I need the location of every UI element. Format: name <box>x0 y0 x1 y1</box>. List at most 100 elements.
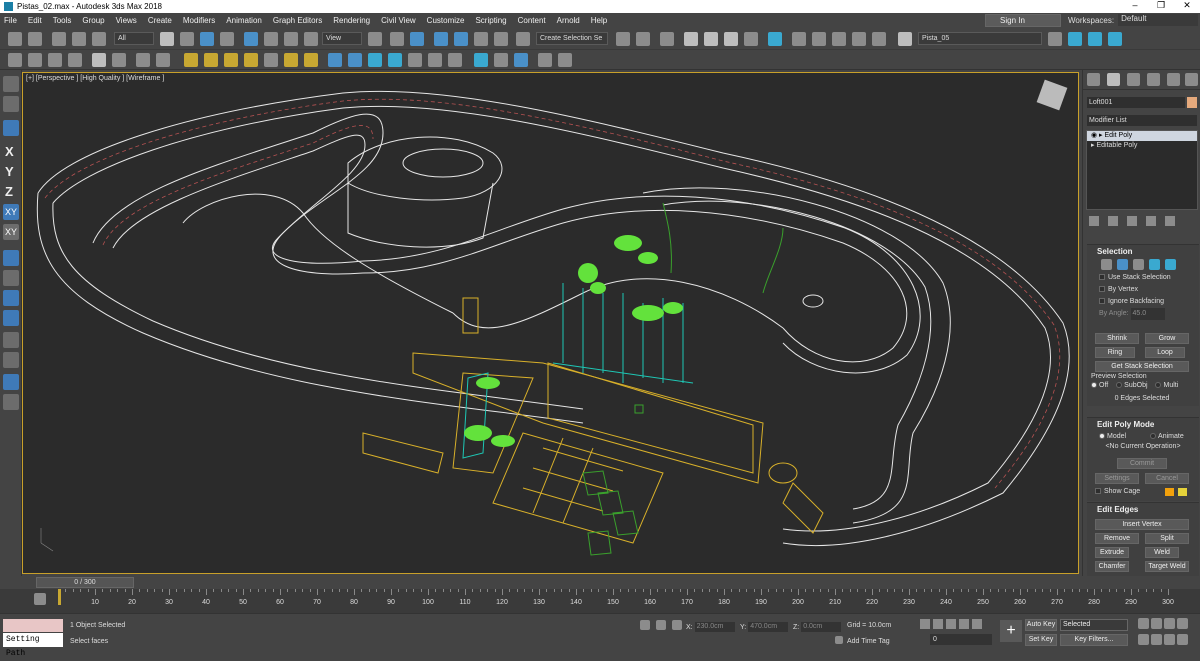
remove-modifier-icon[interactable] <box>1146 216 1156 226</box>
menu-item-views[interactable]: Views <box>116 16 137 25</box>
stack-item-edit-poly[interactable]: ◉ ▸ Edit Poly <box>1087 131 1197 141</box>
object-paint-icon[interactable] <box>8 53 22 67</box>
cloth-icon[interactable] <box>368 53 382 67</box>
snaps-toggle-icon[interactable] <box>434 32 448 46</box>
edit-named-selection-icon[interactable] <box>516 32 530 46</box>
snap-spinner-icon[interactable] <box>3 310 19 326</box>
edit-edges-title[interactable]: Edit Edges <box>1087 503 1199 516</box>
scene-states-icon[interactable] <box>112 53 126 67</box>
select-by-name-icon[interactable] <box>180 32 194 46</box>
globe-icon[interactable] <box>474 53 488 67</box>
window-crossing-icon[interactable] <box>220 32 234 46</box>
isolate-icon[interactable] <box>3 332 19 348</box>
cone-icon[interactable] <box>264 53 278 67</box>
orbit-icon[interactable] <box>1164 634 1175 645</box>
menu-item-customize[interactable]: Customize <box>427 16 465 25</box>
snap-angle-icon[interactable] <box>3 270 19 286</box>
selection-filter-dropdown[interactable]: All <box>114 32 154 45</box>
schematic-view-icon[interactable] <box>744 32 758 46</box>
placement-icon[interactable] <box>304 32 318 46</box>
batch-render-icon[interactable] <box>514 53 528 67</box>
z-field[interactable]: 0.0cm <box>801 622 842 632</box>
menu-item-help[interactable]: Help <box>591 16 607 25</box>
select-icon[interactable] <box>3 76 19 92</box>
weld-button[interactable]: Weld <box>1145 547 1179 558</box>
rectangular-selection-icon[interactable] <box>200 32 214 46</box>
marquee-icon[interactable] <box>3 96 19 112</box>
split-button[interactable]: Split <box>1145 533 1189 544</box>
menu-item-group[interactable]: Group <box>82 16 104 25</box>
maximize-viewport-icon[interactable] <box>1177 634 1188 645</box>
ignore-backfacing-checkbox[interactable]: Ignore Backfacing <box>1087 296 1199 308</box>
key-filters-button[interactable]: Key Filters... <box>1060 634 1128 646</box>
grow-button[interactable]: Grow <box>1145 333 1189 344</box>
menu-item-civil-view[interactable]: Civil View <box>381 16 416 25</box>
remove-button[interactable]: Remove <box>1095 533 1139 544</box>
go-to-start-icon[interactable] <box>920 619 930 629</box>
snap-percent-icon[interactable] <box>3 290 19 306</box>
x-field[interactable]: 230.0cm <box>694 622 735 632</box>
create-tab-icon[interactable] <box>1087 73 1100 86</box>
box-icon[interactable] <box>136 53 150 67</box>
move-icon[interactable] <box>244 32 258 46</box>
commit-button[interactable]: Commit <box>1117 458 1167 469</box>
pin-stack-icon[interactable] <box>1089 216 1099 226</box>
show-cage-checkbox[interactable]: Show Cage <box>1095 488 1140 495</box>
measure-icon[interactable] <box>3 352 19 368</box>
preview-off-radio[interactable]: Off <box>1099 382 1108 389</box>
sky-icon[interactable] <box>304 53 318 67</box>
modifier-stack[interactable]: ◉ ▸ Edit Poly ▸ Editable Poly <box>1086 130 1198 210</box>
rendered-frame-window-icon[interactable] <box>812 32 826 46</box>
time-slider[interactable]: 0 / 300 <box>22 577 1182 589</box>
target-weld-button[interactable]: Target Weld <box>1145 561 1189 572</box>
menu-item-rendering[interactable]: Rendering <box>333 16 370 25</box>
toggle-ribbon-icon[interactable] <box>704 32 718 46</box>
fluids-icon[interactable] <box>408 53 422 67</box>
stack-item-editable-poly[interactable]: ▸ Editable Poly <box>1087 141 1197 151</box>
freeform-icon[interactable] <box>68 53 82 67</box>
add-time-tag[interactable]: Add Time Tag <box>847 638 890 645</box>
help-icon[interactable] <box>558 53 572 67</box>
polygon-icon[interactable] <box>1149 259 1160 270</box>
add-to-layer-icon[interactable] <box>1068 32 1082 46</box>
close-button[interactable]: ✕ <box>1174 0 1200 11</box>
menu-item-file[interactable]: File <box>4 16 17 25</box>
named-selection-dropdown[interactable]: Create Selection Se <box>536 32 608 45</box>
populate-icon[interactable] <box>28 53 42 67</box>
sun-icon[interactable] <box>284 53 298 67</box>
menu-item-create[interactable]: Create <box>148 16 172 25</box>
shrink-button[interactable]: Shrink <box>1095 333 1139 344</box>
extrude-button[interactable]: Extrude <box>1095 547 1129 558</box>
configure-sets-icon[interactable] <box>1165 216 1175 226</box>
menu-item-arnold[interactable]: Arnold <box>557 16 580 25</box>
cylinder-icon[interactable] <box>156 53 170 67</box>
track-bar[interactable]: 10 20 30 40 50 60 70 80 90 100 110 120 130 140 150 160 1… <box>0 589 1200 613</box>
modifier-list-dropdown[interactable]: Modifier List <box>1087 115 1197 126</box>
time-tag-icon[interactable] <box>835 636 843 644</box>
toggle-layer-explorer-icon[interactable] <box>684 32 698 46</box>
plane-icon[interactable] <box>184 53 198 67</box>
mini-curve-editor-icon[interactable] <box>34 593 46 605</box>
render-in-cloud-icon[interactable] <box>872 32 886 46</box>
by-vertex-checkbox[interactable]: By Vertex <box>1087 284 1199 296</box>
undo-icon[interactable] <box>8 32 22 46</box>
percent-snap-icon[interactable] <box>474 32 488 46</box>
link-icon[interactable] <box>52 32 66 46</box>
menu-item-graph-editors[interactable]: Graph Editors <box>273 16 322 25</box>
set-key-icon[interactable]: + <box>1000 620 1022 642</box>
model-radio[interactable]: Model <box>1107 433 1126 440</box>
menu-item-scripting[interactable]: Scripting <box>475 16 506 25</box>
border-icon[interactable] <box>1133 259 1144 270</box>
snap-icon[interactable] <box>3 250 19 266</box>
create-layer-icon[interactable] <box>1048 32 1062 46</box>
modeling-icon[interactable] <box>48 53 62 67</box>
selection-rollout-title[interactable]: Selection <box>1087 245 1199 258</box>
motion-tab-icon[interactable] <box>1147 73 1160 86</box>
loop-button[interactable]: Loop <box>1145 347 1185 358</box>
manipulate-icon[interactable] <box>3 374 19 390</box>
layer-properties-icon[interactable] <box>1108 32 1122 46</box>
zoom-all-icon[interactable] <box>1151 618 1162 629</box>
render-iterative-icon[interactable] <box>852 32 866 46</box>
object-color-swatch[interactable] <box>1187 97 1197 108</box>
play-icon[interactable] <box>946 619 956 629</box>
